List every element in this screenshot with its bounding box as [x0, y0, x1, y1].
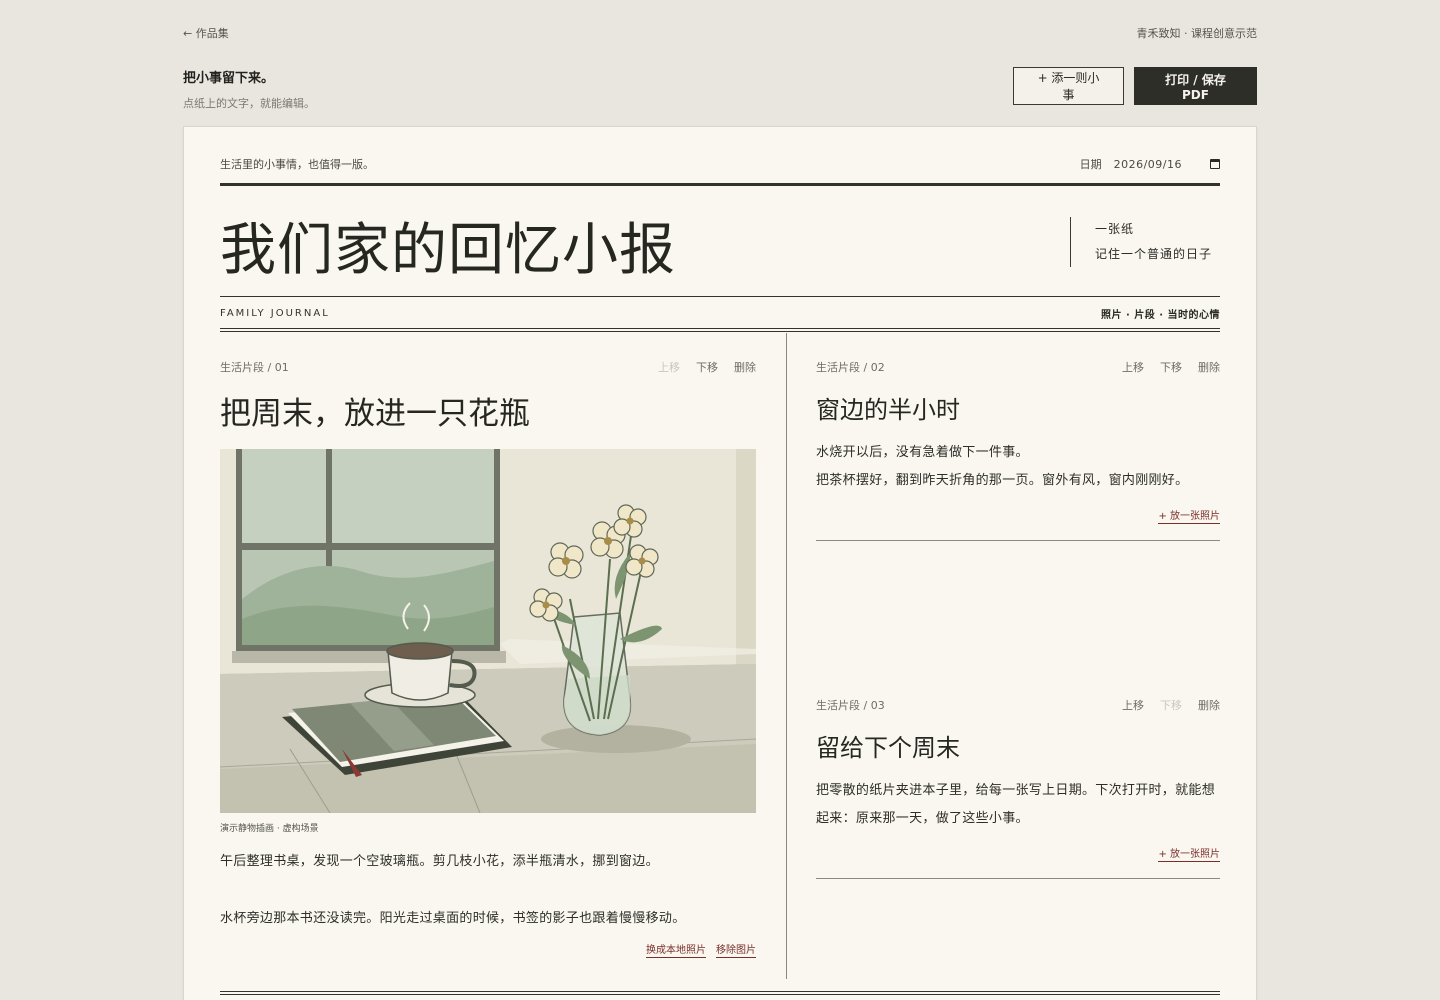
date-field[interactable]: 日期 2026/09/16 [1080, 156, 1220, 172]
english-subtitle[interactable]: FAMILY JOURNAL [220, 308, 330, 319]
footer-rule-1 [220, 991, 1220, 992]
card-meta: 生活片段 / 02 上移 下移 删除 [816, 359, 1220, 375]
card-actions: 上移 下移 删除 [1122, 697, 1220, 713]
column-divider [786, 333, 787, 979]
masthead-rule [220, 183, 1220, 186]
subbar-rule-bottom-2 [220, 331, 1220, 332]
card-body[interactable]: 水烧开以后，没有急着做下一件事。 把茶杯摆好，翻到昨天折角的那一页。窗外有风，窗… [816, 439, 1220, 495]
hero-subtitle: 点纸上的文字，就能编辑。 [183, 97, 315, 110]
delete-button[interactable]: 删除 [1198, 697, 1220, 713]
add-photo-link[interactable]: + 放一张照片 [1158, 845, 1220, 862]
story-card-1: 生活片段 / 01 上移 下移 删除 把周末，放进一只花瓶 演示静物插画 · 虚… [220, 359, 756, 958]
card-actions: 上移 下移 删除 [1122, 359, 1220, 375]
card-paragraph[interactable]: 把零散的纸片夹进本子里，给每一张写上日期。下次打开时，就能想起来：原来那一天，做… [816, 777, 1220, 833]
back-to-portfolio-link[interactable]: ← 作品集 [183, 25, 229, 41]
card-body[interactable]: 把零散的纸片夹进本子里，给每一张写上日期。下次打开时，就能想起来：原来那一天，做… [816, 777, 1220, 833]
newspaper-sheet: 生活里的小事情，也值得一版。 日期 2026/09/16 我们家的回忆小报 一张… [183, 126, 1257, 1000]
hero-text: 把小事留下来。 点纸上的文字，就能编辑。 [183, 64, 315, 111]
hero-actions: + 添一则小事 打印 / 保存 PDF [1013, 67, 1257, 105]
top-bar: ← 作品集 青禾致知 · 课程创意示范 [183, 24, 1257, 42]
print-pdf-button[interactable]: 打印 / 保存 PDF [1134, 67, 1257, 105]
remove-photo-link[interactable]: 移除图片 [716, 941, 756, 958]
delete-button[interactable]: 删除 [1198, 359, 1220, 375]
card-actions: 上移 下移 删除 [658, 359, 756, 375]
card-meta: 生活片段 / 03 上移 下移 删除 [816, 697, 1220, 713]
sub-header-bar: FAMILY JOURNAL 照片 · 片段 · 当时的心情 [220, 305, 1220, 321]
section-nav[interactable]: 照片 · 片段 · 当时的心情 [1101, 306, 1220, 321]
add-photo-link[interactable]: + 放一张照片 [1158, 507, 1220, 524]
move-up-button[interactable]: 上移 [1122, 359, 1144, 375]
card-links: + 放一张照片 [816, 845, 1220, 862]
card-rule [816, 540, 1220, 541]
card-label: 生活片段 / 03 [816, 699, 885, 712]
move-down-button[interactable]: 下移 [696, 359, 718, 375]
back-link-label: ← 作品集 [183, 27, 229, 40]
tagline-line-1: 一张纸 [1095, 222, 1135, 236]
card-label: 生活片段 / 02 [816, 361, 885, 374]
tagline[interactable]: 一张纸 记住一个普通的日子 [1070, 217, 1220, 267]
subbar-rule-top [220, 296, 1220, 297]
card-label: 生活片段 / 01 [220, 361, 289, 374]
newspaper-title[interactable]: 我们家的回忆小报 [220, 205, 676, 286]
brand-label: 青禾致知 · 课程创意示范 [1136, 27, 1258, 40]
date-label: 日期 [1079, 158, 1102, 171]
card-title[interactable]: 把周末，放进一只花瓶 [220, 388, 756, 433]
card-paragraph[interactable]: 午后整理书桌，发现一个空玻璃瓶。剪几枝小花，添半瓶清水，挪到窗边。 [220, 852, 756, 872]
card-links: + 放一张照片 [816, 507, 1220, 524]
card-meta: 生活片段 / 01 上移 下移 删除 [220, 359, 756, 375]
story-card-2: 生活片段 / 02 上移 下移 删除 窗边的半小时 水烧开以后，没有急着做下一件… [816, 359, 1220, 541]
add-story-button[interactable]: + 添一则小事 [1013, 67, 1124, 105]
card-paragraph[interactable]: 把茶杯摆好，翻到昨天折角的那一页。窗外有风，窗内刚刚好。 [816, 467, 1220, 495]
masthead-top: 生活里的小事情，也值得一版。 日期 2026/09/16 [220, 155, 1220, 173]
motto[interactable]: 生活里的小事情，也值得一版。 [220, 156, 374, 172]
footer-rule-2 [220, 994, 1220, 995]
subbar-rule-bottom-1 [220, 328, 1220, 329]
move-down-button[interactable]: 下移 [1160, 359, 1182, 375]
delete-button[interactable]: 删除 [734, 359, 756, 375]
card-body[interactable]: 午后整理书桌，发现一个空玻璃瓶。剪几枝小花，添半瓶清水，挪到窗边。 水杯旁边那本… [220, 852, 756, 929]
card-paragraph[interactable]: 水烧开以后，没有急着做下一件事。 [816, 439, 1220, 467]
story-card-3: 生活片段 / 03 上移 下移 删除 留给下个周末 把零散的纸片夹进本子里，给每… [816, 697, 1220, 879]
still-life-illustration [220, 449, 756, 813]
card-rule [816, 878, 1220, 879]
move-up-button[interactable]: 上移 [1122, 697, 1144, 713]
card-title[interactable]: 留给下个周末 [816, 728, 1220, 763]
newspaper-content: 生活里的小事情，也值得一版。 日期 2026/09/16 我们家的回忆小报 一张… [220, 127, 1220, 1000]
card-paragraph[interactable]: 水杯旁边那本书还没读完。阳光走过桌面的时候，书签的影子也跟着慢慢移动。 [220, 909, 756, 929]
calendar-icon[interactable] [1210, 159, 1220, 169]
move-up-button[interactable]: 上移 [658, 359, 680, 375]
hero: 把小事留下来。 点纸上的文字，就能编辑。 + 添一则小事 打印 / 保存 PDF [183, 64, 1257, 110]
image-links: 换成本地照片 移除图片 [220, 941, 756, 958]
tagline-line-2: 记住一个普通的日子 [1095, 247, 1213, 261]
move-down-button[interactable]: 下移 [1160, 697, 1182, 713]
card-title[interactable]: 窗边的半小时 [816, 390, 1220, 425]
hero-title: 把小事留下来。 [183, 71, 275, 86]
date-value[interactable]: 2026/09/16 [1114, 158, 1182, 171]
replace-photo-link[interactable]: 换成本地照片 [646, 941, 706, 958]
image-caption[interactable]: 演示静物插画 · 虚构场景 [220, 821, 756, 834]
